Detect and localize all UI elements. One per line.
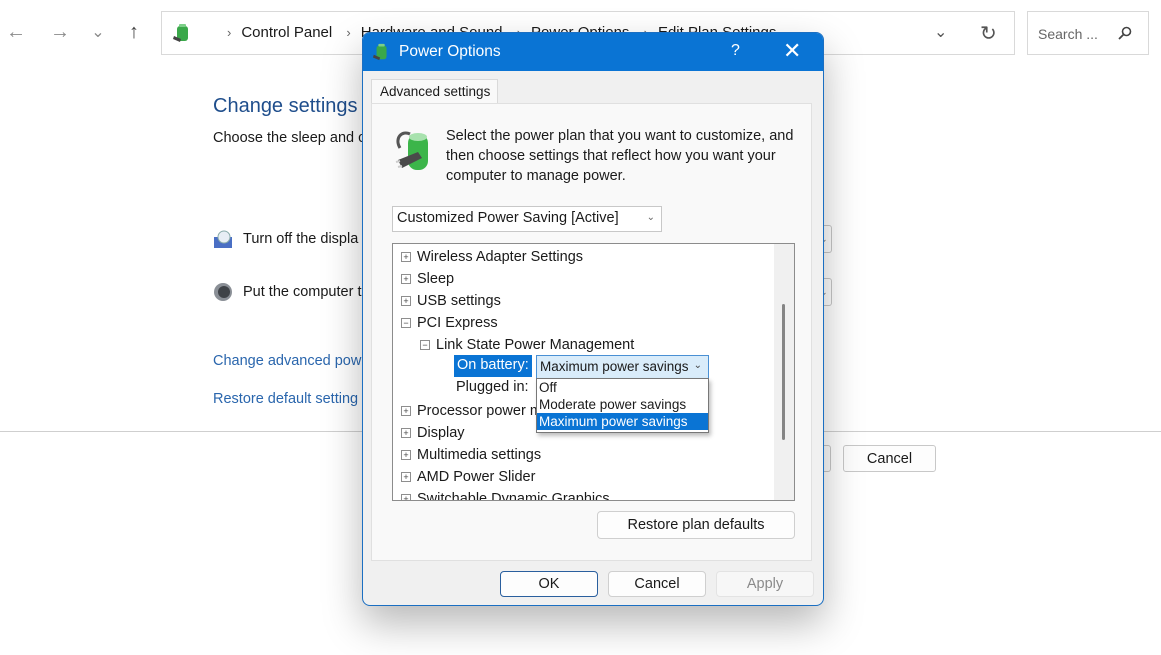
dialog-description: Select the power plan that you want to c…: [446, 128, 794, 184]
forward-button[interactable]: →: [46, 18, 74, 46]
option-moderate[interactable]: Moderate power savings: [537, 396, 708, 413]
recent-locations-button[interactable]: ⌄: [84, 18, 112, 46]
sleep-row: Put the computer t: [213, 282, 361, 302]
tree-item-label: Display: [417, 425, 465, 441]
sleep-label: Put the computer t: [243, 284, 362, 300]
tree-scrollbar[interactable]: [774, 244, 794, 500]
expand-icon[interactable]: +: [401, 472, 411, 482]
option-off[interactable]: Off: [537, 379, 708, 396]
monitor-clock-icon: [214, 230, 232, 248]
expand-icon[interactable]: +: [401, 296, 411, 306]
expand-icon[interactable]: +: [401, 274, 411, 284]
breadcrumb-control-panel[interactable]: Control Panel: [241, 24, 332, 41]
up-arrow-icon: ↑: [129, 20, 139, 43]
tree-item-link-state[interactable]: − Link State Power Management: [420, 334, 634, 356]
display-off-row: Turn off the displa: [213, 229, 358, 249]
tree-item-sleep[interactable]: + Sleep: [401, 268, 454, 290]
dialog-title: Power Options: [399, 43, 501, 60]
on-battery-select[interactable]: Maximum power savings ⌄: [536, 355, 709, 379]
refresh-icon[interactable]: ↻: [980, 21, 997, 46]
back-arrow-icon: ←: [6, 20, 26, 43]
option-maximum[interactable]: Maximum power savings: [537, 413, 708, 430]
up-button[interactable]: ↑: [120, 18, 148, 46]
tree-item-pci-express[interactable]: − PCI Express: [401, 312, 498, 334]
tree-item-label: PCI Express: [417, 315, 498, 331]
expand-icon[interactable]: +: [401, 428, 411, 438]
cancel-button[interactable]: Cancel: [608, 571, 706, 597]
tree-item-label: Multimedia settings: [417, 447, 542, 463]
scrollbar-thumb[interactable]: [782, 304, 785, 440]
search-icon[interactable]: [1118, 26, 1132, 40]
search-placeholder: Search ...: [1038, 26, 1098, 42]
expand-icon[interactable]: +: [401, 406, 411, 416]
tree-item-amd-power-slider[interactable]: + AMD Power Slider: [401, 466, 535, 488]
collapse-icon[interactable]: −: [420, 340, 430, 350]
tree-item-display[interactable]: + Display: [401, 422, 465, 444]
tree-item-switchable-graphics[interactable]: + Switchable Dynamic Graphics: [401, 488, 610, 501]
power-plan-select[interactable]: Customized Power Saving [Active] ⌄: [392, 206, 662, 232]
tree-item-label: USB settings: [417, 293, 501, 309]
tab-advanced-settings[interactable]: Advanced settings: [371, 79, 498, 105]
dialog-titlebar[interactable]: Power Options ? ✕: [363, 33, 823, 71]
apply-button[interactable]: Apply: [716, 571, 814, 597]
chevron-down-icon: ⌄: [693, 360, 702, 371]
ok-button[interactable]: OK: [500, 571, 598, 597]
display-off-label: Turn off the displa: [243, 231, 359, 247]
on-battery-dropdown-list: Off Moderate power savings Maximum power…: [536, 378, 709, 433]
tree-item-label: Wireless Adapter Settings: [417, 249, 584, 265]
power-options-icon: [372, 43, 387, 61]
change-advanced-link[interactable]: Change advanced pow: [213, 353, 361, 369]
on-battery-value: Maximum power savings: [540, 359, 689, 374]
expand-icon[interactable]: +: [401, 494, 411, 500]
restore-plan-defaults-button[interactable]: Restore plan defaults: [597, 511, 795, 539]
search-box[interactable]: Search ...: [1027, 11, 1149, 55]
address-dropdown-icon[interactable]: ⌄: [934, 22, 947, 42]
forward-arrow-icon: →: [50, 20, 70, 43]
tree-item-label: Link State Power Management: [436, 337, 635, 353]
tree-item-label: Sleep: [417, 271, 455, 287]
help-button[interactable]: ?: [731, 42, 740, 60]
expand-icon[interactable]: +: [401, 450, 411, 460]
close-button[interactable]: ✕: [783, 38, 801, 64]
power-options-dialog: Power Options ? ✕ Advanced settings Sele…: [362, 32, 824, 606]
on-battery-label[interactable]: On battery:: [454, 355, 532, 377]
page-subtitle: Choose the sleep and c: [213, 130, 366, 146]
tree-item-wireless-adapter[interactable]: + Wireless Adapter Settings: [401, 246, 583, 268]
expand-icon[interactable]: +: [401, 252, 411, 262]
restore-default-link[interactable]: Restore default setting: [213, 391, 358, 407]
collapse-icon[interactable]: −: [401, 318, 411, 328]
tree-item-usb[interactable]: + USB settings: [401, 290, 501, 312]
tree-item-label: Switchable Dynamic Graphics: [417, 491, 610, 501]
battery-plug-icon: [395, 131, 428, 170]
back-button[interactable]: ←: [2, 18, 30, 46]
power-plan-value: Customized Power Saving [Active]: [397, 210, 619, 226]
chevron-down-icon: ⌄: [646, 212, 655, 223]
tree-item-label: AMD Power Slider: [417, 469, 536, 485]
settings-tree[interactable]: + Wireless Adapter Settings + Sleep + USB s…: [392, 243, 795, 501]
power-options-icon: [173, 24, 188, 42]
tree-item-multimedia[interactable]: + Multimedia settings: [401, 444, 541, 466]
page-cancel-button[interactable]: Cancel: [843, 445, 936, 472]
advanced-settings-panel: Select the power plan that you want to c…: [371, 103, 812, 561]
moon-sleep-icon: [214, 283, 232, 301]
plugged-in-label[interactable]: Plugged in:: [456, 379, 529, 395]
page-title: Change settings f: [213, 95, 369, 117]
chevron-down-icon: ⌄: [91, 24, 105, 41]
